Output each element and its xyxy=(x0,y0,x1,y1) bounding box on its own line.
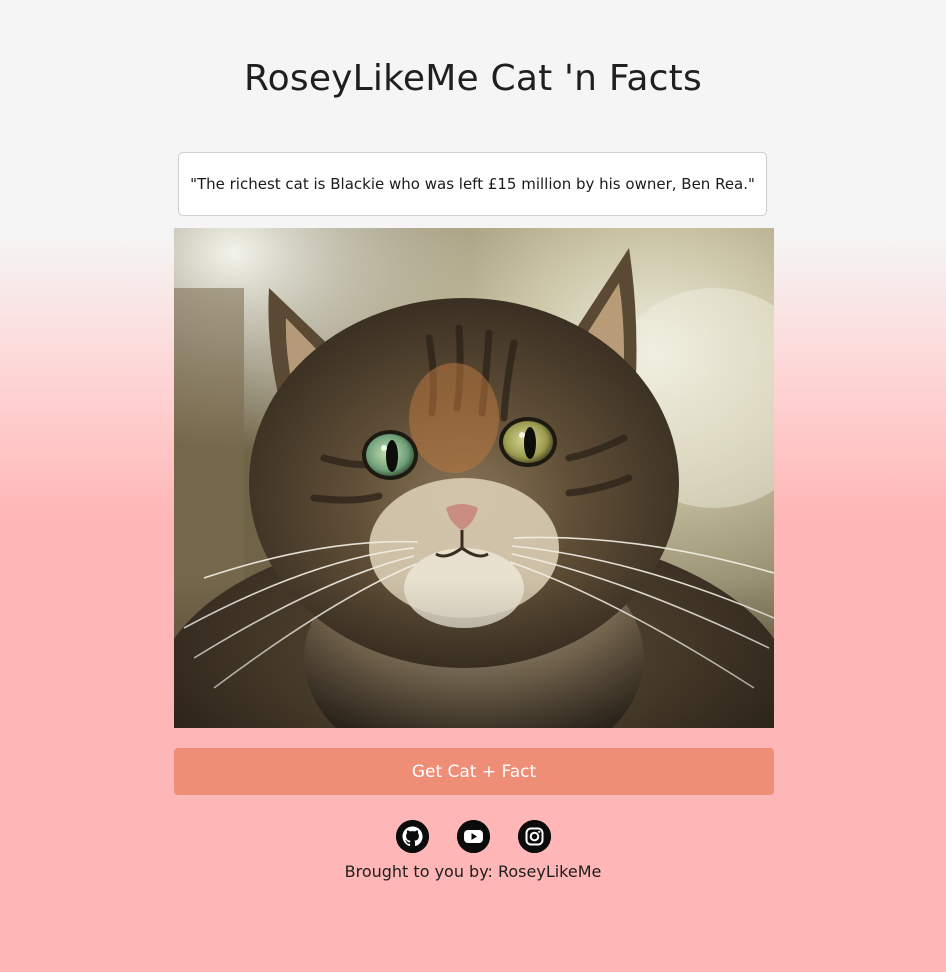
cat-fact-text: "The richest cat is Blackie who was left… xyxy=(190,175,755,193)
cat-photo xyxy=(174,228,774,728)
instagram-link[interactable] xyxy=(517,820,551,853)
footer-credit: Brought to you by: RoseyLikeMe xyxy=(344,862,602,881)
youtube-icon xyxy=(456,820,490,853)
youtube-link[interactable] xyxy=(456,820,490,853)
page: RoseyLikeMe Cat 'n Facts "The richest ca… xyxy=(0,0,946,972)
get-cat-fact-button[interactable]: Get Cat + Fact xyxy=(174,748,774,795)
social-links xyxy=(0,820,946,854)
instagram-icon xyxy=(517,820,551,853)
cat-fact-box: "The richest cat is Blackie who was left… xyxy=(178,152,767,216)
github-icon xyxy=(395,820,429,853)
page-title: RoseyLikeMe Cat 'n Facts xyxy=(244,58,702,99)
cat-image xyxy=(174,228,774,728)
github-link[interactable] xyxy=(395,820,429,853)
